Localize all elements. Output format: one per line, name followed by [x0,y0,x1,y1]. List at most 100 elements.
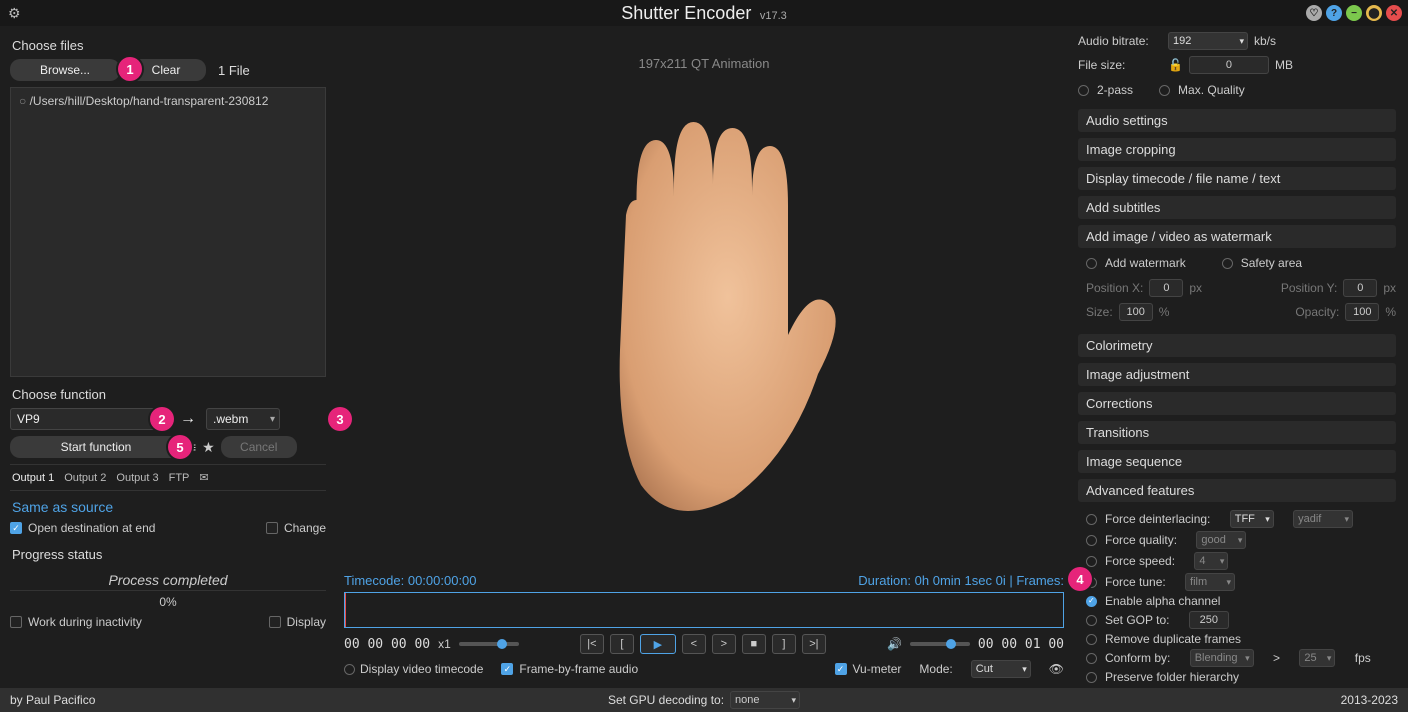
watermark-header[interactable]: Add image / video as watermark [1078,225,1396,248]
quality-dropdown[interactable]: good [1196,531,1246,549]
two-pass-radio[interactable]: 2-pass [1078,83,1133,97]
transitions-header[interactable]: Transitions [1078,421,1396,444]
function-value: VP9 [17,412,40,426]
preview-info: 197x211 QT Animation [344,56,1064,71]
max-quality-radio[interactable]: Max. Quality [1159,83,1245,97]
force-speed-check[interactable]: Force speed: 4 [1086,552,1396,570]
add-subtitles-header[interactable]: Add subtitles [1078,196,1396,219]
force-quality-check[interactable]: Force quality: good [1086,531,1396,549]
gop-input[interactable] [1189,611,1229,629]
start-function-button[interactable]: Start function [10,436,182,458]
volume-icon[interactable]: 🔊 [887,637,902,651]
change-checkbox[interactable]: Change [266,521,326,535]
frame-audio-checkbox[interactable]: ✓Frame-by-frame audio [501,662,638,676]
cancel-button[interactable]: Cancel [221,436,297,458]
conform-check[interactable]: Conform by: Blending > 25 fps [1086,649,1396,667]
out-point-button[interactable]: ] [772,634,796,654]
display-checkbox[interactable]: Display [269,615,326,629]
timeline-in-marker[interactable] [345,593,346,627]
file-size-input[interactable] [1189,56,1269,74]
tab-output1[interactable]: Output 1 [12,472,54,484]
minimize-icon[interactable]: − [1346,5,1362,21]
vu-meter-checkbox[interactable]: ✓Vu-meter [835,662,902,676]
donate-icon[interactable]: ♡ [1306,5,1322,21]
author-label: by Paul Pacifico [10,693,95,707]
help-icon[interactable]: ? [1326,5,1342,21]
conform-fps-dropdown[interactable]: 25 [1299,649,1335,667]
speed-slider[interactable] [459,642,519,646]
file-size-label: File size: [1078,58,1162,72]
force-tune-check[interactable]: Force tune: film [1086,573,1396,591]
preserve-folder-check[interactable]: Preserve folder hierarchy [1086,670,1396,684]
mail-icon[interactable]: ✉ [199,471,208,484]
audio-bitrate-dropdown[interactable]: 192 [1168,32,1248,50]
speed-dropdown[interactable]: 4 [1194,552,1228,570]
window-buttons: ♡ ? − ⬤ ✕ [1306,5,1402,21]
file-count: 1 File [218,63,250,78]
tab-output2[interactable]: Output 2 [64,472,106,484]
enable-alpha-check[interactable]: Enable alpha channel [1086,594,1396,608]
step-badge-2: 2 [150,407,174,431]
deint-method-dropdown[interactable]: yadif [1293,510,1353,528]
set-gop-check[interactable]: Set GOP to: [1086,611,1396,629]
same-as-source-label: Same as source [12,499,324,515]
function-dropdown[interactable]: VP9 [10,408,170,430]
list-item[interactable]: /Users/hill/Desktop/hand-transparent-230… [15,92,321,110]
open-destination-checkbox[interactable]: ✓Open destination at end [10,521,155,535]
lock-icon[interactable]: 🔓 [1168,58,1183,72]
years-label: 2013-2023 [1341,693,1398,707]
tab-output3[interactable]: Output 3 [116,472,158,484]
deint-tff-dropdown[interactable]: TFF [1230,510,1274,528]
step-back-button[interactable]: < [682,634,706,654]
browse-button[interactable]: Browse... [10,59,120,81]
progress-percent: 0% [10,590,326,609]
step-fwd-button[interactable]: > [712,634,736,654]
gpu-dropdown[interactable]: none [730,691,800,709]
wm-opacity-input[interactable] [1345,303,1379,321]
stop-button[interactable]: ■ [742,634,766,654]
image-sequence-header[interactable]: Image sequence [1078,450,1396,473]
corrections-header[interactable]: Corrections [1078,392,1396,415]
file-list[interactable]: /Users/hill/Desktop/hand-transparent-230… [10,87,326,377]
preview-options-row: Display video timecode ✓Frame-by-frame a… [344,660,1064,678]
force-deint-check[interactable]: Force deinterlacing: TFF yadif [1086,510,1396,528]
tab-ftp[interactable]: FTP [169,472,190,484]
conform-dropdown[interactable]: Blending [1190,649,1254,667]
posy-input[interactable] [1343,279,1377,297]
audio-settings-header[interactable]: Audio settings [1078,109,1396,132]
favorite-icon[interactable]: ★ [202,439,215,456]
change-label: Change [284,521,326,535]
titlebar: ⚙ Shutter Encoder v17.3 ♡ ? − ⬤ ✕ [0,0,1408,26]
remove-dup-check[interactable]: Remove duplicate frames [1086,632,1396,646]
add-watermark-check[interactable]: Add watermark [1086,256,1186,270]
image-adjustment-header[interactable]: Image adjustment [1078,363,1396,386]
extension-dropdown[interactable]: .webm [206,408,280,430]
maximize-icon[interactable]: ⬤ [1366,5,1382,21]
play-button[interactable]: ▶ [640,634,676,654]
volume-slider[interactable] [910,642,970,646]
eye-icon[interactable]: 👁 [1049,662,1064,676]
safety-area-check[interactable]: Safety area [1222,256,1302,270]
work-inactivity-checkbox[interactable]: Work during inactivity [10,615,142,629]
progress-status-label: Progress status [12,547,326,562]
output-tabs: Output 1 Output 2 Output 3 FTP ✉ [10,464,326,491]
extension-value: .webm [213,412,248,426]
image-cropping-header[interactable]: Image cropping [1078,138,1396,161]
left-panel: Choose files Browse... Clear 1 File 1 /U… [0,26,336,686]
display-tc-header[interactable]: Display timecode / file name / text [1078,167,1396,190]
mode-dropdown[interactable]: Cut [971,660,1031,678]
tune-dropdown[interactable]: film [1185,573,1235,591]
close-icon[interactable]: ✕ [1386,5,1402,21]
posx-input[interactable] [1149,279,1183,297]
next-mark-button[interactable]: >| [802,634,826,654]
timeline[interactable] [344,592,1064,628]
settings-gear-icon[interactable]: ⚙ [8,5,21,22]
wm-size-input[interactable] [1119,303,1153,321]
prev-mark-button[interactable]: |< [580,634,604,654]
colorimetry-header[interactable]: Colorimetry [1078,334,1396,357]
display-video-tc-radio[interactable]: Display video timecode [344,662,483,676]
kbps-label: kb/s [1254,34,1276,48]
preview-image [554,110,854,530]
in-point-button[interactable]: [ [610,634,634,654]
advanced-header[interactable]: Advanced features [1078,479,1396,502]
